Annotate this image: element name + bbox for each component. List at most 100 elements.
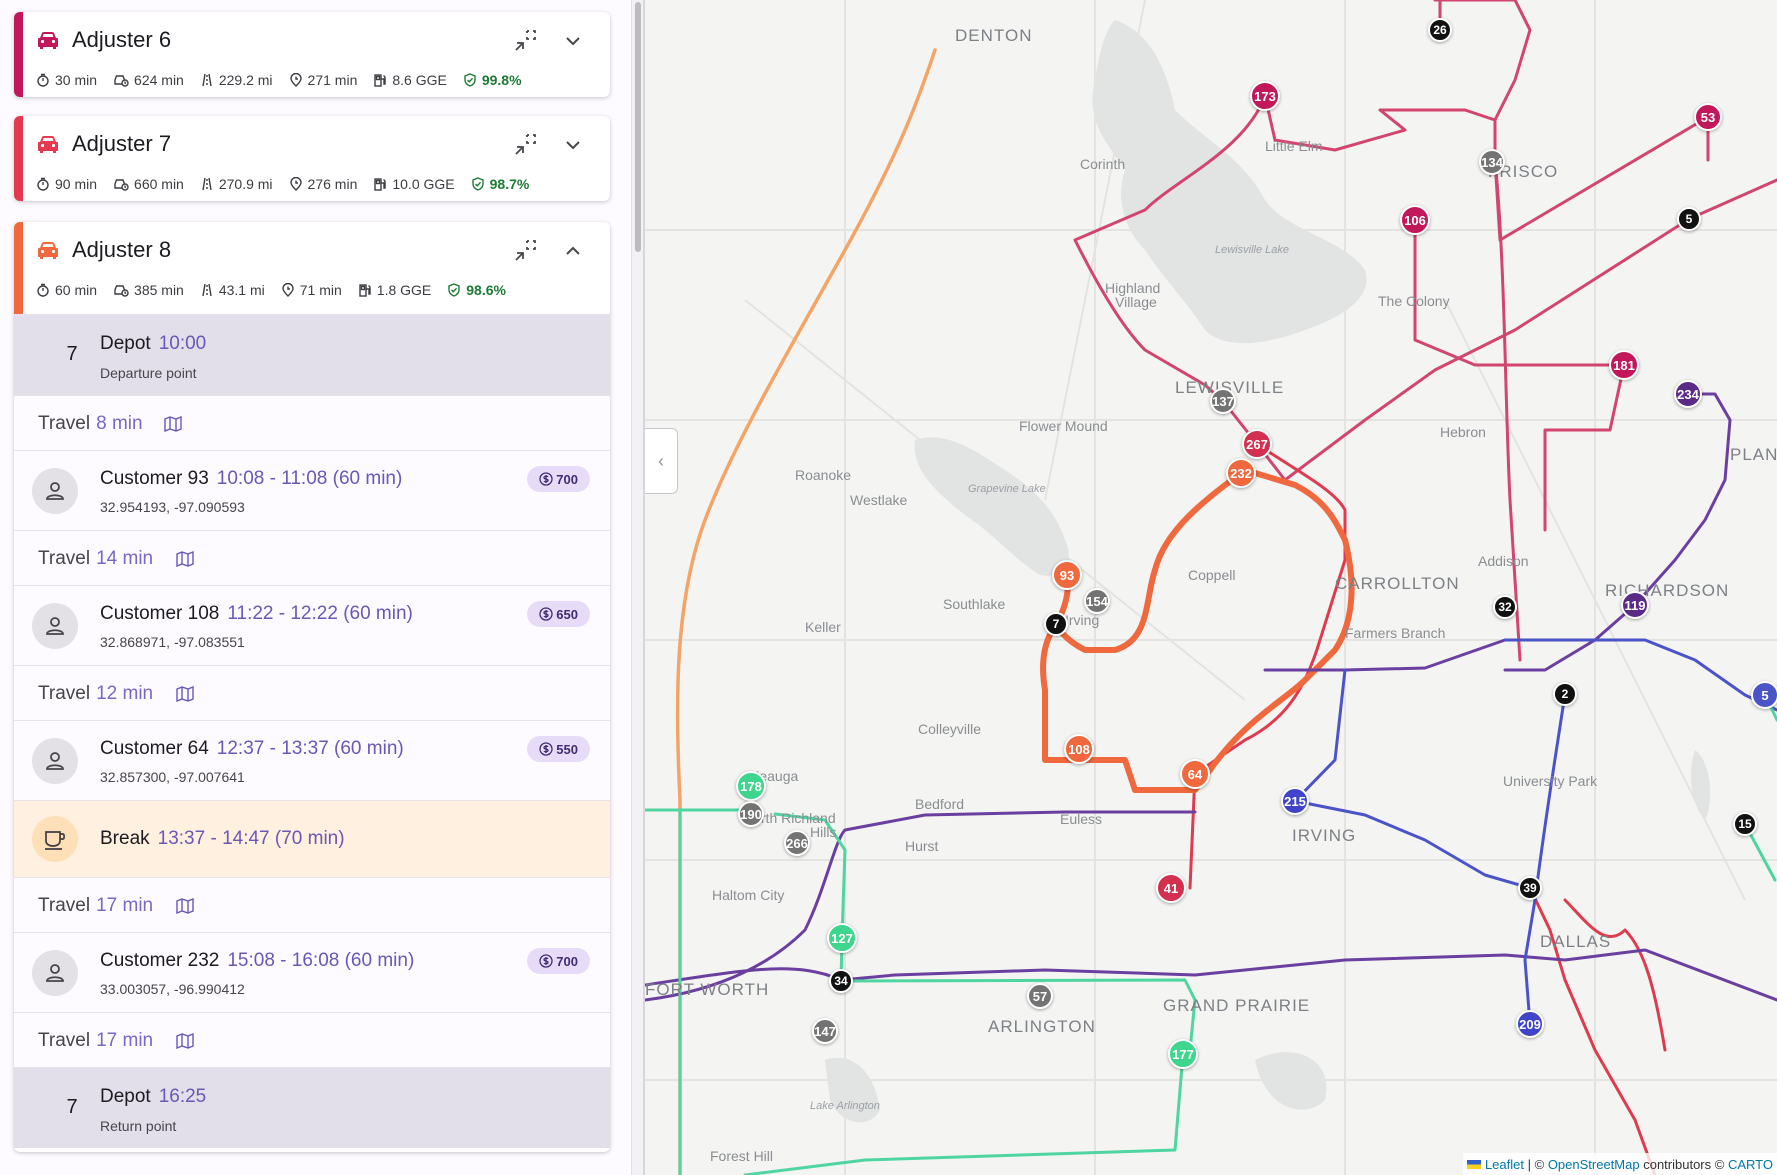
map-stop-marker[interactable]: 137	[1210, 388, 1236, 414]
map-stop-marker[interactable]: 15	[1733, 812, 1757, 836]
price-chip: 700	[527, 948, 590, 974]
map-stop-marker[interactable]: 32	[1493, 595, 1517, 619]
show-route-map-icon[interactable]	[176, 898, 194, 914]
show-route-map-icon[interactable]	[176, 686, 194, 702]
focus-collapse-icon	[515, 134, 536, 155]
adjuster-stats: 30 min 624 min 229.2 mi 271 min 8.6 GGE …	[36, 72, 538, 88]
stat-score: 98.7%	[471, 176, 529, 192]
map-stop-marker[interactable]: 64	[1180, 759, 1210, 789]
focus-route-button[interactable]	[512, 132, 538, 158]
adjuster-name: Adjuster 8	[72, 237, 172, 262]
customer-name: Customer 64	[100, 738, 209, 759]
focus-route-button[interactable]	[512, 238, 538, 264]
timeline-depot-start[interactable]: 7 Depot 10:00 Departure point	[14, 314, 610, 395]
adjuster-sidebar: Adjuster 6 30 min 624 min 229.2 mi 271 m…	[0, 0, 631, 1175]
break-label: Break	[100, 828, 150, 849]
timeline-customer[interactable]: Customer 232 15:08 - 16:08 (60 min) 33.00…	[14, 932, 610, 1012]
map-stop-marker[interactable]: 7	[1044, 612, 1068, 636]
map-stop-marker[interactable]: 5	[1677, 207, 1701, 231]
collapse-sidebar-button[interactable]: ‹	[645, 428, 678, 494]
map-stop-marker[interactable]: 190	[738, 801, 764, 827]
customer-time-window: 15:08 - 16:08 (60 min)	[227, 950, 415, 971]
map-stop-marker[interactable]: 127	[827, 923, 857, 953]
adjuster-card-6[interactable]: Adjuster 6 30 min 624 min 229.2 mi 271 m…	[14, 12, 610, 97]
map-stop-marker[interactable]: 209	[1516, 1010, 1544, 1038]
timeline-customer[interactable]: Customer 93 10:08 - 11:08 (60 min) 32.954…	[14, 450, 610, 530]
adjuster-card-header[interactable]: Adjuster 6 30 min 624 min 229.2 mi 271 m…	[14, 12, 610, 97]
route-map[interactable]: DENTON Corinth Little Elm FRISCO Lewisville …	[645, 0, 1777, 1175]
map-stop-marker[interactable]: 41	[1156, 873, 1186, 903]
carto-link[interactable]: CARTO	[1728, 1157, 1773, 1172]
drive-time-icon	[114, 285, 129, 297]
travel-time: 17 min	[96, 895, 154, 916]
map-stop-marker[interactable]: 2	[1553, 682, 1577, 706]
map-stop-marker[interactable]: 34	[829, 969, 853, 993]
show-route-map-icon[interactable]	[176, 1033, 194, 1049]
map-stop-marker[interactable]: 106	[1400, 205, 1430, 235]
map-place-label: Addison	[1478, 553, 1529, 569]
person-icon	[46, 617, 64, 635]
dollar-icon	[539, 607, 553, 621]
adjuster-stats: 90 min 660 min 270.9 mi 276 min 10.0 GGE…	[36, 176, 545, 192]
sidebar-scroll-area[interactable]: Adjuster 6 30 min 624 min 229.2 mi 271 m…	[0, 0, 624, 1175]
timeline-customer[interactable]: Customer 64 12:37 - 13:37 (60 min) 32.857…	[14, 720, 610, 800]
map-stop-marker[interactable]: 173	[1250, 81, 1280, 111]
adjuster-card-7[interactable]: Adjuster 7 90 min 660 min 270.9 mi 276 m…	[14, 116, 610, 201]
map-place-label: Corinth	[1080, 156, 1126, 172]
map-stop-marker[interactable]: 178	[736, 771, 766, 801]
customer-avatar	[32, 468, 78, 514]
adjuster-card-8[interactable]: Adjuster 8 60 min 385 min 43.1 mi 71 min…	[14, 222, 610, 1152]
depot-time: 16:25	[158, 1086, 207, 1107]
focus-collapse-icon	[515, 30, 536, 51]
map-stop-marker[interactable]: 232	[1226, 458, 1256, 488]
timeline-customer[interactable]: Customer 108 11:22 - 12:22 (60 min) 32.86…	[14, 585, 610, 665]
focus-route-button[interactable]	[512, 28, 538, 54]
map-stop-marker[interactable]: 177	[1168, 1039, 1198, 1069]
map-stop-marker[interactable]: 26	[1428, 18, 1452, 42]
map-stop-marker[interactable]: 93	[1052, 560, 1082, 590]
map-stop-marker[interactable]: 215	[1281, 787, 1309, 815]
map-stop-marker[interactable]: 267	[1242, 429, 1272, 459]
route-purple	[645, 392, 1777, 1002]
expand-adjuster-button[interactable]	[560, 132, 586, 158]
timeline-depot-end[interactable]: 7 Depot 16:25 Return point	[14, 1067, 610, 1148]
map-stop-marker[interactable]: 266	[784, 830, 810, 856]
map-attribution: Leaflet | © OpenStreetMap contributors ©…	[1462, 1153, 1777, 1175]
osm-link[interactable]: OpenStreetMap	[1548, 1157, 1640, 1172]
stat-fuel: 8.6 GGE	[373, 72, 447, 88]
show-route-map-icon[interactable]	[164, 416, 182, 432]
map-stop-marker[interactable]: 119	[1621, 591, 1649, 619]
sidebar-scrollbar[interactable]	[631, 0, 643, 1175]
map-stop-marker[interactable]: 5	[1751, 681, 1777, 709]
chevron-up-icon	[566, 246, 580, 255]
map-stop-marker[interactable]: 234	[1674, 380, 1702, 408]
map-stop-marker[interactable]: 108	[1064, 734, 1094, 764]
adjuster-card-header[interactable]: Adjuster 8 60 min 385 min 43.1 mi 71 min…	[14, 222, 610, 314]
map-place-label: Hurst	[905, 838, 939, 854]
customer-avatar	[32, 950, 78, 996]
expand-adjuster-button[interactable]	[560, 28, 586, 54]
scrollbar-thumb[interactable]	[635, 2, 641, 252]
break-time: 13:37 - 14:47 (70 min)	[157, 828, 345, 849]
map-stop-marker[interactable]: 134	[1479, 149, 1505, 175]
map-stop-marker[interactable]: 147	[812, 1018, 838, 1044]
map-place-label: CARROLLTON	[1335, 574, 1460, 593]
map-place-label: Forest Hill	[710, 1148, 774, 1164]
map-stop-marker[interactable]: 154	[1084, 588, 1110, 614]
stat-service: 271 min	[289, 72, 357, 88]
stat-distance: 43.1 mi	[200, 282, 265, 298]
map-stop-marker[interactable]: 57	[1027, 983, 1053, 1009]
show-route-map-icon[interactable]	[176, 551, 194, 567]
adjuster-card-header[interactable]: Adjuster 7 90 min 660 min 270.9 mi 276 m…	[14, 116, 610, 201]
collapse-adjuster-button[interactable]	[560, 238, 586, 264]
map-stop-marker[interactable]: 53	[1694, 103, 1722, 131]
price-chip: 700	[527, 466, 590, 492]
stat-wait: 90 min	[36, 176, 97, 192]
map-stop-marker[interactable]: 39	[1518, 876, 1542, 900]
leaflet-link[interactable]: Leaflet	[1485, 1157, 1524, 1172]
timeline-break[interactable]: Break 13:37 - 14:47 (70 min)	[14, 800, 610, 877]
map-stop-marker[interactable]: 181	[1609, 350, 1639, 380]
fuel-icon	[374, 178, 387, 191]
service-icon	[282, 283, 294, 297]
map-place-label: Roanoke	[795, 467, 852, 483]
